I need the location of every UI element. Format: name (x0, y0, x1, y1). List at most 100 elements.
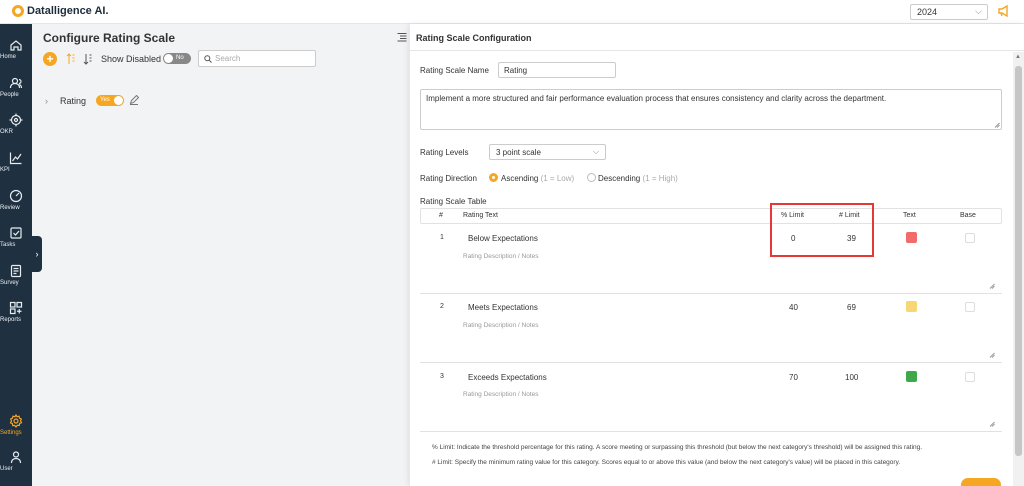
row-2-num: 2 (440, 303, 444, 310)
sidebar-label: Tasks (0, 242, 16, 248)
sidebar-item-people[interactable]: People (0, 76, 32, 110)
rating-scale-name-label: Rating Scale Name (420, 66, 489, 75)
year-select[interactable]: 2024 ⌵ (910, 4, 988, 20)
row-3-color-swatch[interactable] (906, 371, 917, 382)
gear-icon (9, 414, 23, 428)
row-2-color-swatch[interactable] (906, 301, 917, 312)
ascending-option[interactable]: Ascending (1 = Low) (501, 174, 574, 183)
row-3-notes[interactable]: Rating Description / Notes (463, 391, 539, 398)
rating-levels-label: Rating Levels (420, 148, 469, 157)
chevron-right-icon: › (35, 249, 39, 259)
target-icon (9, 113, 23, 127)
row-2-pct-limit[interactable]: 40 (789, 303, 798, 312)
people-icon (9, 77, 23, 89)
checkbox-icon (10, 227, 22, 239)
chevron-down-icon: ⌵ (975, 6, 982, 16)
ascending-label: Ascending (501, 174, 539, 183)
row-3-pct-limit[interactable]: 70 (789, 373, 798, 382)
chevron-down-icon: ⌵ (592, 147, 599, 156)
app-logo[interactable]: Datalligence AI. (12, 5, 109, 17)
sidebar: Home People OKR KPI Review Tasks Survey … (0, 24, 32, 486)
rating-enabled-toggle[interactable]: Yes (96, 95, 124, 106)
resize-handle-icon[interactable] (994, 122, 1000, 128)
gauge-icon (9, 189, 23, 203)
expand-chevron-icon[interactable]: › (45, 96, 48, 106)
description-textarea[interactable]: Implement a more structured and fair per… (420, 89, 1002, 130)
row-3-num-limit[interactable]: 100 (845, 373, 858, 382)
descending-radio[interactable] (587, 173, 596, 182)
sidebar-label: OKR (0, 129, 14, 135)
rating-scale-name-input[interactable]: Rating (498, 62, 616, 78)
sidebar-item-okr[interactable]: OKR (0, 113, 32, 147)
top-bar: Datalligence AI. 2024 ⌵ (0, 0, 1024, 24)
sidebar-item-survey[interactable]: Survey (0, 264, 32, 298)
row-3-base-checkbox[interactable] (965, 372, 975, 382)
row-3-num: 3 (440, 373, 444, 380)
line-chart-icon (9, 152, 22, 165)
rating-scale-item[interactable]: Rating (60, 96, 86, 106)
sidebar-item-review[interactable]: Review (0, 189, 32, 223)
plus-icon: + (46, 52, 54, 66)
page-title: Configure Rating Scale (43, 31, 176, 45)
row-2-notes[interactable]: Rating Description / Notes (463, 322, 539, 329)
description-text: Implement a more structured and fair per… (426, 94, 887, 103)
sidebar-label: Reports (0, 317, 22, 323)
search-box[interactable] (198, 50, 316, 67)
descending-option[interactable]: Descending (1 = High) (598, 174, 678, 183)
rating-levels-select[interactable]: 3 point scale ⌵ (489, 144, 606, 160)
row-1-rating-text[interactable]: Below Expectations (468, 234, 538, 243)
sidebar-label: People (0, 92, 19, 98)
home-icon (10, 40, 22, 51)
search-input[interactable] (215, 53, 310, 64)
pct-limit-footnote: % Limit: Indicate the threshold percenta… (432, 444, 923, 451)
row-1-color-swatch[interactable] (906, 232, 917, 243)
ascending-hint: (1 = Low) (540, 174, 575, 183)
add-button[interactable]: + (43, 52, 57, 66)
ascending-radio[interactable] (489, 173, 498, 182)
descending-hint: (1 = High) (642, 174, 678, 183)
rating-direction-label: Rating Direction (420, 174, 477, 183)
survey-icon (10, 264, 22, 278)
show-disabled-toggle[interactable]: No (163, 53, 191, 64)
sort-ascending-icon[interactable] (66, 53, 76, 65)
sidebar-label: Review (0, 205, 20, 211)
rating-scale-table-label: Rating Scale Table (420, 197, 487, 206)
sidebar-item-tasks[interactable]: Tasks (0, 226, 32, 260)
sidebar-item-settings[interactable]: Settings (0, 414, 32, 448)
logo-text: Datalligence AI. (27, 5, 109, 17)
row-2-num-limit[interactable]: 69 (847, 303, 856, 312)
save-button[interactable] (961, 478, 1001, 486)
resize-handle-icon[interactable] (989, 283, 995, 289)
search-icon (204, 55, 212, 63)
scroll-up-arrow-icon[interactable]: ▲ (1015, 54, 1021, 60)
col-header-base: Base (960, 212, 976, 219)
sidebar-label: Survey (0, 280, 19, 286)
panel-menu-icon[interactable] (397, 32, 407, 42)
show-disabled-label: Show Disabled (101, 54, 162, 64)
resize-handle-icon[interactable] (989, 352, 995, 358)
row-1-notes[interactable]: Rating Description / Notes (463, 253, 539, 260)
megaphone-icon[interactable] (996, 4, 1012, 20)
sidebar-item-user[interactable]: User (0, 450, 32, 484)
col-header-num: # (439, 212, 443, 219)
sidebar-item-reports[interactable]: Reports (0, 301, 32, 335)
sidebar-item-kpi[interactable]: KPI (0, 151, 32, 185)
sidebar-label: Home (0, 54, 17, 60)
scroll-thumb[interactable] (1015, 66, 1022, 456)
row-1-base-checkbox[interactable] (965, 233, 975, 243)
panel-scrollbar[interactable]: ▲ (1013, 52, 1024, 486)
reports-icon (9, 301, 23, 315)
edit-pencil-icon[interactable] (129, 95, 139, 105)
col-header-text-color: Text (903, 212, 916, 219)
sidebar-expand-toggle[interactable]: › (32, 236, 42, 272)
logo-icon (12, 5, 24, 17)
year-value: 2024 (917, 7, 938, 17)
row-3-rating-text[interactable]: Exceeds Expectations (468, 373, 547, 382)
resize-handle-icon[interactable] (989, 421, 995, 427)
sidebar-label: Settings (0, 430, 22, 436)
row-2-rating-text[interactable]: Meets Expectations (468, 303, 538, 312)
sort-descending-icon[interactable] (83, 53, 93, 65)
row-2-base-checkbox[interactable] (965, 302, 975, 312)
rating-levels-value: 3 point scale (496, 148, 541, 157)
sidebar-item-home[interactable]: Home (0, 38, 32, 72)
